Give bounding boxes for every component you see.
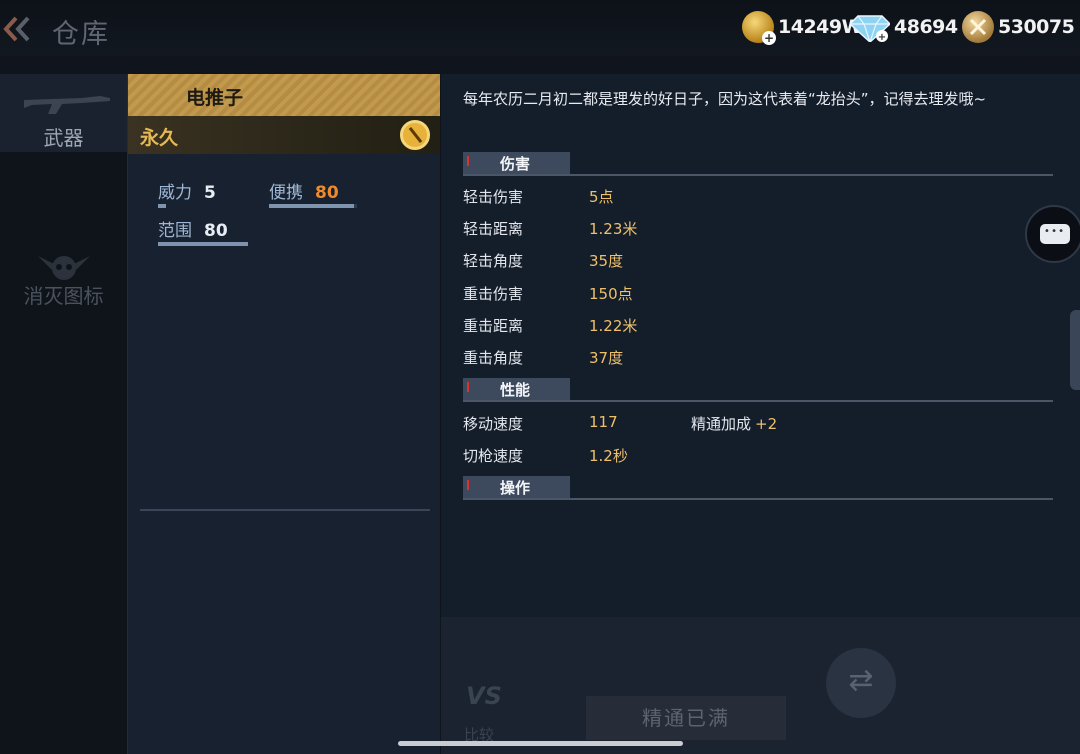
stat-label: 威力	[158, 183, 192, 203]
row-key: 轻击角度	[463, 252, 524, 270]
row-key: 重击伤害	[463, 285, 524, 303]
stat-label: 便携	[269, 183, 303, 203]
stat-range: 范围 80	[158, 216, 248, 246]
gold-coin-icon: +	[742, 11, 776, 45]
stat-bar	[158, 242, 248, 246]
weapon-card-header: 电推子	[128, 74, 440, 116]
weapon-duration: 永久	[140, 127, 179, 149]
gold-currency[interactable]: + 14249W	[742, 10, 863, 45]
chat-bubble-icon	[1040, 224, 1070, 244]
row-key: 移动速度	[463, 415, 524, 433]
row-value: 1.22米	[589, 317, 638, 335]
mastery-bonus: 精通加成 +2	[691, 413, 811, 434]
diamond-icon: +	[850, 15, 890, 42]
stat-power: 威力 5	[158, 178, 216, 208]
row-value: 5点	[589, 188, 614, 206]
rifle-icon	[24, 96, 110, 114]
chat-button[interactable]	[1025, 205, 1080, 263]
diamond-currency[interactable]: + 48694	[850, 10, 958, 44]
sidebar-item-weapons[interactable]: 武器	[0, 74, 127, 152]
card-divider	[140, 509, 430, 511]
stat-value: 80	[204, 221, 228, 241]
section-title: 性能	[500, 381, 531, 399]
stat-label: 范围	[158, 221, 192, 241]
weapon-name: 电推子	[186, 87, 244, 109]
row-key: 轻击距离	[463, 220, 524, 238]
section-title: 伤害	[500, 155, 531, 173]
section-header-performance: 性能	[463, 378, 1053, 402]
row-value: 150点	[589, 285, 633, 303]
row-key: 轻击伤害	[463, 188, 524, 206]
crossed-swords-coin-icon	[962, 11, 994, 43]
section-header-damage: 伤害	[463, 152, 1053, 176]
section-title: 操作	[500, 479, 531, 497]
stat-value: 5	[204, 183, 216, 203]
row-key: 切枪速度	[463, 447, 524, 465]
mastery-bonus-label: 精通加成	[691, 415, 752, 433]
row-value: 37度	[589, 349, 624, 367]
sidebar-item-kill-icons[interactable]: 消灭图标	[0, 152, 127, 308]
weapon-detail-panel: 每年农历二月初二都是理发的好日子，因为这代表着“龙抬头”，记得去理发哦~ 伤害 …	[441, 74, 1080, 617]
weapon-duration-bar: 永久	[128, 116, 440, 154]
diamond-amount: 48694	[894, 16, 958, 38]
vs-icon: VS	[466, 682, 502, 710]
row-value: 117	[589, 413, 618, 431]
stat-bar	[269, 204, 357, 208]
token-amount: 530075	[998, 16, 1075, 38]
stat-portability: 便携 80	[269, 178, 357, 208]
row-value: 1.2秒	[589, 447, 628, 465]
top-bar: 仓库 + 14249W + 48694 530075	[0, 0, 1080, 56]
sidebar-item-label: 消灭图标	[23, 284, 104, 308]
weapon-card: 电推子 永久 威力 5 便携 80 范围 80	[127, 74, 440, 754]
category-sidebar: 武器 消灭图标	[0, 74, 127, 754]
swap-arrows-icon[interactable]: ⇄	[826, 648, 896, 718]
weapon-description: 每年农历二月初二都是理发的好日子，因为这代表着“龙抬头”，记得去理发哦~	[463, 90, 987, 108]
section-header-operation: 操作	[463, 476, 1053, 500]
sidebar-item-label: 武器	[43, 126, 84, 150]
row-value: 1.23米	[589, 220, 638, 238]
mastery-badge-icon[interactable]	[400, 120, 430, 150]
home-indicator[interactable]	[398, 741, 683, 746]
back-arrow-icon[interactable]	[2, 14, 36, 44]
mastery-bonus-value: +2	[755, 415, 778, 433]
stat-bar	[158, 204, 166, 208]
mastery-full-button[interactable]: 精通已满	[586, 696, 786, 740]
svg-text:+: +	[878, 32, 886, 42]
page-title: 仓库	[52, 19, 110, 50]
stat-value: 80	[315, 183, 339, 203]
compare-button[interactable]: VS 比较	[452, 680, 512, 750]
side-drawer-handle[interactable]	[1070, 310, 1080, 390]
token-currency[interactable]: 530075	[962, 10, 1075, 44]
row-key: 重击距离	[463, 317, 524, 335]
row-value: 35度	[589, 252, 624, 270]
row-key: 重击角度	[463, 349, 524, 367]
